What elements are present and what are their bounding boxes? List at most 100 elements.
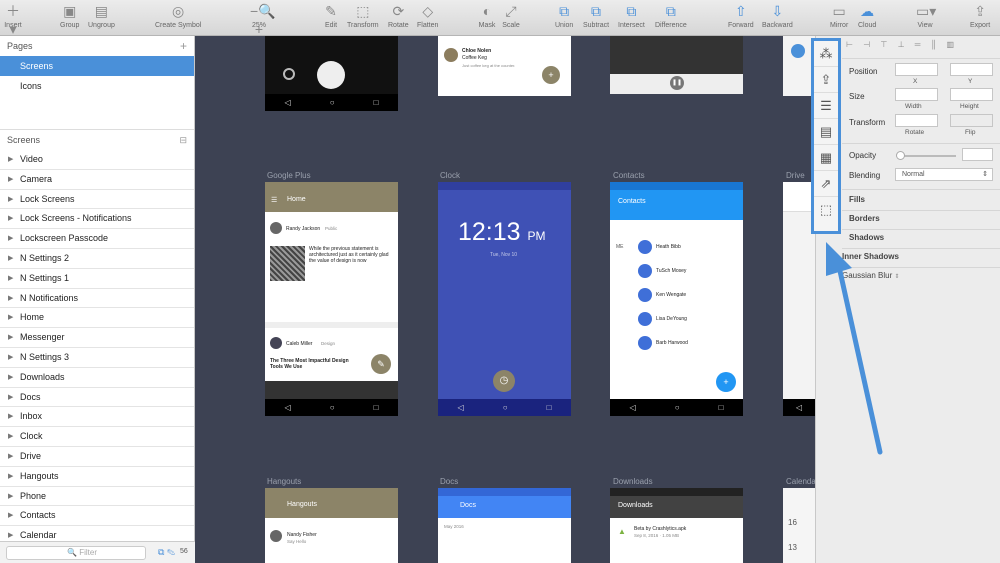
inner-shadows-section[interactable]: Inner Shadows bbox=[842, 252, 899, 261]
opacity-field[interactable] bbox=[962, 148, 993, 161]
layer-item[interactable]: ▶ Drive bbox=[0, 447, 194, 467]
rotate-field[interactable] bbox=[895, 114, 938, 127]
share-upload-icon[interactable]: ⇪ bbox=[814, 67, 838, 93]
layer-item[interactable]: ▶ Home bbox=[0, 308, 194, 329]
layer-item[interactable]: ▶ Downloads bbox=[0, 368, 194, 388]
disclosure-arrow-icon[interactable]: ▶ bbox=[8, 487, 13, 507]
shadows-section[interactable]: Shadows bbox=[849, 233, 884, 242]
flip-buttons[interactable] bbox=[950, 114, 993, 127]
layer-item[interactable]: ▶ Contacts bbox=[0, 506, 194, 527]
disclosure-arrow-icon[interactable]: ▶ bbox=[8, 328, 13, 348]
layer-item[interactable]: ▶ Hangouts bbox=[0, 467, 194, 487]
layer-item[interactable]: ▶ Lock Screens - Notifications bbox=[0, 209, 194, 230]
layer-item[interactable]: ▶ N Notifications bbox=[0, 289, 194, 309]
text-block-icon[interactable]: ▤ bbox=[814, 119, 838, 145]
zoom-control[interactable]: −🔍+ 25% bbox=[250, 2, 276, 37]
layer-item[interactable]: ▶ Clock bbox=[0, 427, 194, 447]
insert-button[interactable]: ＋▾ Insert bbox=[4, 2, 22, 37]
canvas[interactable]: ◁ ○ □ Chloe Nolen Coffee Keg Just coffee k… bbox=[195, 36, 815, 563]
group-button[interactable]: ▣ Group bbox=[60, 2, 79, 29]
transform-button[interactable]: ⬚ Transform bbox=[347, 2, 379, 29]
artboard-clock[interactable]: 12:13 PM Tue, Nov 10 ◷ ◁ ○ □ bbox=[438, 182, 571, 416]
layers-stack-icon[interactable]: ☰ bbox=[814, 93, 838, 119]
artboard-video[interactable]: ❚❚ bbox=[610, 36, 743, 94]
subtract-button[interactable]: ⧉ Subtract bbox=[583, 2, 609, 29]
layer-item[interactable]: ▶ N Settings 2 bbox=[0, 249, 194, 269]
disclosure-arrow-icon[interactable]: ▶ bbox=[8, 190, 13, 210]
disclosure-arrow-icon[interactable]: ▶ bbox=[8, 229, 13, 249]
x-field[interactable] bbox=[895, 63, 938, 76]
disclosure-arrow-icon[interactable]: ▶ bbox=[8, 348, 13, 368]
height-field[interactable] bbox=[950, 88, 993, 101]
width-field[interactable] bbox=[895, 88, 938, 101]
layer-item[interactable]: ▶ Phone bbox=[0, 487, 194, 507]
layer-item[interactable]: ▶ Lockscreen Passcode bbox=[0, 229, 194, 249]
gaussian-blur-section[interactable]: Gaussian Blur ⇕ bbox=[842, 271, 900, 280]
y-field[interactable] bbox=[950, 63, 993, 76]
layer-item[interactable]: ▶ N Settings 3 bbox=[0, 348, 194, 368]
rotate-button[interactable]: ⟳ Rotate bbox=[388, 2, 409, 29]
disclosure-arrow-icon[interactable]: ▶ bbox=[8, 269, 13, 289]
page-screens[interactable]: Screens bbox=[0, 56, 194, 76]
intersect-button[interactable]: ⧉ Intersect bbox=[618, 2, 645, 29]
disclosure-arrow-icon[interactable]: ▶ bbox=[8, 388, 13, 408]
disclosure-arrow-icon[interactable]: ▶ bbox=[8, 249, 13, 269]
layer-pattern-icon[interactable]: ⁂ bbox=[814, 41, 838, 67]
edit-frame-icon[interactable]: ⬚ bbox=[814, 197, 838, 223]
artboard-google-plus[interactable]: ☰ Home Randy Jackson Public While the pr… bbox=[265, 182, 398, 416]
flatten-button[interactable]: ◇ Flatten bbox=[417, 2, 438, 29]
layer-item[interactable]: ▶ Messenger bbox=[0, 328, 194, 348]
artboard-home-card[interactable]: Chloe Nolen Coffee Keg Just coffee keg a… bbox=[438, 36, 571, 96]
collapse-icon[interactable]: ⊟ bbox=[179, 130, 187, 150]
ungroup-button[interactable]: ▤ Ungroup bbox=[88, 2, 115, 29]
forward-button[interactable]: ⇧ Forward bbox=[728, 2, 754, 29]
disclosure-arrow-icon[interactable]: ▶ bbox=[8, 447, 13, 467]
fills-section[interactable]: Fills bbox=[849, 195, 865, 204]
mirror-button[interactable]: ▭ Mirror bbox=[830, 2, 848, 29]
alignment-icons[interactable]: ⊢ ⊣ ⊤ ⊥ ═ ║ ▥ bbox=[846, 40, 996, 54]
disclosure-arrow-icon[interactable]: ▶ bbox=[8, 308, 13, 328]
scale-button[interactable]: ⤢ Scale bbox=[502, 2, 520, 29]
disclosure-arrow-icon[interactable]: ▶ bbox=[8, 209, 13, 229]
disclosure-arrow-icon[interactable]: ▶ bbox=[8, 170, 13, 190]
artboard-calendar[interactable]: 16 13 bbox=[783, 488, 815, 563]
artboard-camera[interactable]: ◁ ○ □ bbox=[265, 36, 398, 111]
backward-button[interactable]: ⇩ Backward bbox=[762, 2, 793, 29]
borders-section[interactable]: Borders bbox=[849, 214, 880, 223]
disclosure-arrow-icon[interactable]: ▶ bbox=[8, 506, 13, 526]
add-page-icon[interactable]: + bbox=[180, 36, 187, 56]
disclosure-arrow-icon[interactable]: ▶ bbox=[8, 467, 13, 487]
layer-item[interactable]: ▶ N Settings 1 bbox=[0, 269, 194, 289]
artboard-grid-icon[interactable]: ▦ bbox=[814, 145, 838, 171]
view-button[interactable]: ▭▾ View bbox=[916, 2, 936, 29]
layer-item[interactable]: ▶ Video bbox=[0, 150, 194, 170]
edit-button[interactable]: ✎ Edit bbox=[322, 2, 340, 29]
layer-item-label: N Settings 1 bbox=[20, 272, 70, 283]
mask-button[interactable]: ◐ Mask bbox=[478, 2, 496, 29]
artboard-hangouts[interactable]: Hangouts Nandy Fisher Say Hello bbox=[265, 488, 398, 563]
create-symbol-button[interactable]: ◎ Create Symbol bbox=[155, 2, 201, 29]
layer-item[interactable]: ▶ Camera bbox=[0, 170, 194, 190]
filter-input[interactable]: 🔍 Filter bbox=[6, 546, 146, 560]
artboard-downloads[interactable]: Downloads ▲ Beta by Crashlytics.apk Sep … bbox=[610, 488, 743, 563]
resize-export-icon[interactable]: ⇗ bbox=[814, 171, 838, 197]
disclosure-arrow-icon[interactable]: ▶ bbox=[8, 289, 13, 309]
layer-item[interactable]: ▶ Inbox bbox=[0, 407, 194, 428]
disclosure-arrow-icon[interactable]: ▶ bbox=[8, 407, 13, 427]
layer-item[interactable]: ▶ Lock Screens bbox=[0, 190, 194, 210]
blending-select[interactable]: Normal ⇕ bbox=[895, 168, 993, 181]
union-button[interactable]: ⧉ Union bbox=[555, 2, 573, 29]
disclosure-arrow-icon[interactable]: ▶ bbox=[8, 368, 13, 388]
cloud-button[interactable]: ☁ Cloud bbox=[858, 2, 876, 29]
disclosure-arrow-icon[interactable]: ▶ bbox=[8, 427, 13, 447]
opacity-slider[interactable] bbox=[898, 155, 956, 157]
artboard-contacts[interactable]: Contacts ME Heath Bibb TuSch Mosey Ken Wen… bbox=[610, 182, 743, 416]
layer-options-icon[interactable]: ⧉ ✎ bbox=[158, 547, 175, 558]
export-button[interactable]: ⇪ Export bbox=[970, 2, 990, 29]
artboard-docs[interactable]: Docs May 2016 bbox=[438, 488, 571, 563]
layer-item[interactable]: ▶ Docs bbox=[0, 388, 194, 408]
page-icons[interactable]: Icons bbox=[0, 76, 194, 96]
opacity-slider-handle[interactable] bbox=[896, 151, 905, 160]
difference-button[interactable]: ⧉ Difference bbox=[655, 2, 687, 29]
disclosure-arrow-icon[interactable]: ▶ bbox=[8, 150, 13, 170]
